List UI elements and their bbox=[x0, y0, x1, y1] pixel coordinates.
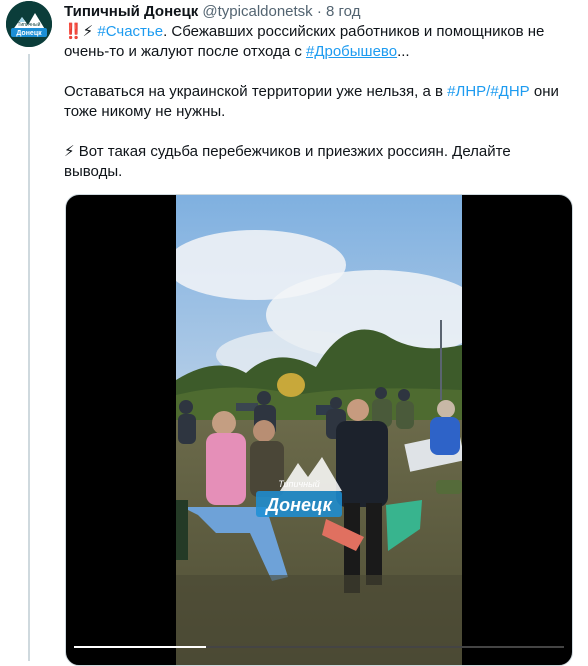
alert-emoji: ‼️⚡ bbox=[64, 23, 98, 40]
tweet-header: Типичный Донецк @typicaldonetsk · 8 год bbox=[64, 3, 360, 21]
tweet-time[interactable]: 8 год bbox=[326, 3, 360, 20]
video-progress-fill bbox=[74, 646, 207, 648]
avatar-logo-line1: Типичный bbox=[18, 21, 41, 28]
paragraph-3-text: Вот такая судьба перебежчиков и приезжих… bbox=[64, 143, 511, 180]
hashtag-dnr[interactable]: #ДНР bbox=[490, 83, 529, 100]
author-name[interactable]: Типичный Донецк bbox=[64, 3, 198, 20]
separator-dot: · bbox=[316, 3, 322, 20]
avatar-logo-line2: Донецк bbox=[16, 30, 42, 37]
video-frame[interactable]: Типичный Донецк bbox=[176, 195, 462, 665]
lightning-emoji: ⚡ bbox=[64, 143, 79, 160]
watermark-line2: Донецк bbox=[264, 495, 333, 515]
avatar[interactable]: Типичный Донецк bbox=[6, 1, 52, 47]
avatar-logo-icon: Типичный Донецк bbox=[6, 1, 52, 47]
tweet-text: ‼️⚡ #Счастье. Сбежавших российских работ… bbox=[64, 22, 564, 182]
ellipsis: ... bbox=[397, 43, 410, 60]
video-scene-image: Типичный Донецк bbox=[176, 195, 462, 665]
tweet-paragraph-2: Оставаться на украинской территории уже … bbox=[64, 82, 564, 122]
video-progress-bar[interactable] bbox=[74, 646, 564, 648]
hashtag-lnr[interactable]: #ЛНР bbox=[447, 83, 486, 100]
tweet-paragraph-3: ⚡ Вот такая судьба перебежчиков и приезж… bbox=[64, 142, 564, 182]
hashtag-drobyshevo[interactable]: #Дробышево bbox=[306, 43, 397, 60]
thread-line bbox=[28, 54, 30, 661]
tweet-paragraph-1: ‼️⚡ #Счастье. Сбежавших российских работ… bbox=[64, 22, 564, 62]
paragraph-2-start: Оставаться на украинской территории уже … bbox=[64, 83, 448, 100]
hashtag-schastye[interactable]: #Счастье bbox=[97, 23, 163, 40]
video-player[interactable]: Типичный Донецк bbox=[65, 194, 573, 666]
watermark-line1: Типичный bbox=[278, 479, 319, 489]
author-handle[interactable]: @typicaldonetsk bbox=[202, 3, 312, 20]
